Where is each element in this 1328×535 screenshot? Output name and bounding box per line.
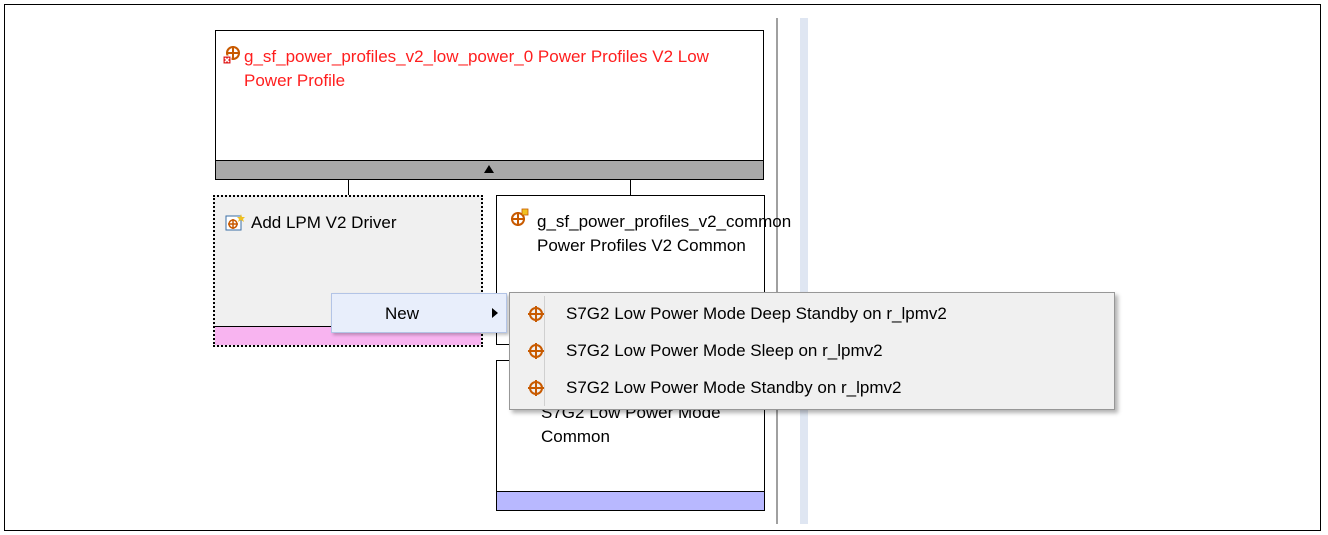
module-icon — [528, 380, 544, 396]
pane-divider[interactable] — [776, 18, 778, 524]
context-menu-new[interactable]: New — [331, 293, 507, 333]
collapse-bar[interactable] — [216, 160, 763, 179]
connector-line — [348, 180, 349, 196]
connector-line — [630, 180, 631, 196]
component-title: g_sf_power_profiles_v2_low_power_0 Power… — [244, 47, 709, 90]
new-label: New — [385, 304, 420, 323]
component-icon — [511, 208, 529, 226]
menu-item-standby[interactable]: S7G2 Low Power Mode Standby on r_lpmv2 — [513, 371, 1111, 405]
module-icon — [528, 343, 544, 359]
submenu-arrow-icon — [492, 308, 498, 318]
new-submenu: S7G2 Low Power Mode Deep Standby on r_lp… — [509, 292, 1115, 410]
add-lpm-driver-label: Add LPM V2 Driver — [251, 213, 397, 232]
add-driver-icon — [225, 214, 245, 231]
menu-item-label: S7G2 Low Power Mode Sleep on r_lpmv2 — [566, 341, 883, 360]
component-error-icon — [222, 46, 240, 65]
component-bar — [497, 491, 764, 510]
menu-item-deep-standby[interactable]: S7G2 Low Power Mode Deep Standby on r_lp… — [513, 297, 1111, 331]
menu-item-label: S7G2 Low Power Mode Deep Standby on r_lp… — [566, 304, 947, 323]
pane-splitter — [800, 18, 808, 524]
menu-item-sleep[interactable]: S7G2 Low Power Mode Sleep on r_lpmv2 — [513, 334, 1111, 368]
menu-item-label: S7G2 Low Power Mode Standby on r_lpmv2 — [566, 378, 902, 397]
collapse-arrow-icon[interactable] — [484, 165, 494, 173]
power-profiles-low-power-component[interactable]: g_sf_power_profiles_v2_low_power_0 Power… — [215, 30, 764, 180]
common-component-label: g_sf_power_profiles_v2_common Power Prof… — [537, 212, 792, 255]
module-icon — [528, 306, 544, 322]
